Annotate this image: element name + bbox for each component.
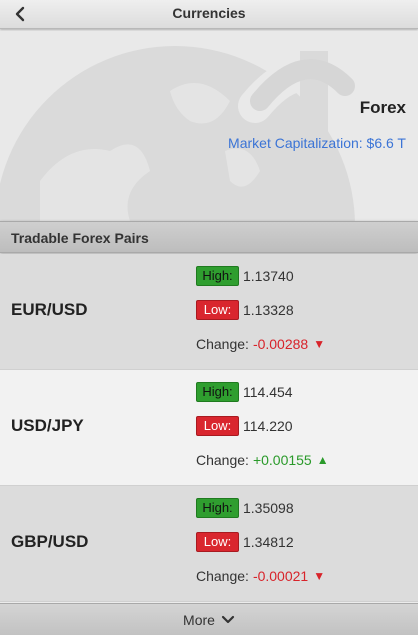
high-line: High: 1.35098 — [196, 498, 294, 518]
high-line: High: 114.454 — [196, 382, 293, 402]
change-line: Change: -0.00288 ▼ — [196, 334, 325, 354]
pair-row-eurusd[interactable]: EUR/USD High: 1.13740 Low: 1.13328 Chang… — [0, 254, 418, 370]
high-badge: High: — [196, 266, 239, 286]
pair-name: GBP/USD — [11, 532, 89, 551]
low-line: Low: 1.34812 — [196, 532, 294, 552]
section-title: Tradable Forex Pairs — [11, 230, 149, 246]
page-title: Currencies — [172, 5, 246, 21]
section-header: Tradable Forex Pairs — [0, 221, 418, 253]
change-value: +0.00155 — [252, 452, 312, 468]
change-line: Change: -0.00021 ▼ — [196, 566, 325, 586]
high-line: High: 1.13740 — [196, 266, 294, 286]
low-badge: Low: — [196, 532, 239, 552]
low-badge: Low: — [196, 300, 239, 320]
high-badge: High: — [196, 382, 239, 402]
pair-name: USD/JPY — [11, 416, 84, 435]
market-capitalization: Market Capitalization: $6.6 T — [228, 135, 406, 151]
pairs-list: EUR/USD High: 1.13740 Low: 1.13328 Chang… — [0, 254, 418, 602]
pair-row-gbpusd[interactable]: GBP/USD High: 1.35098 Low: 1.34812 Chang… — [0, 486, 418, 602]
globe-dollar-icon — [0, 46, 357, 221]
pair-row-usdjpy[interactable]: USD/JPY High: 114.454 Low: 114.220 Chang… — [0, 370, 418, 486]
hero-banner: Forex Market Capitalization: $6.6 T — [0, 31, 418, 221]
change-label: Change: — [196, 336, 249, 352]
low-value: 1.13328 — [243, 302, 294, 318]
market-title: Forex — [359, 98, 406, 117]
low-value: 1.34812 — [243, 534, 294, 550]
low-value: 114.220 — [243, 418, 293, 434]
change-value: -0.00288 — [252, 336, 309, 352]
low-line: Low: 114.220 — [196, 416, 293, 436]
down-arrow-icon: ▼ — [313, 337, 326, 351]
more-label: More — [183, 611, 215, 628]
top-bar: Currencies — [0, 0, 418, 29]
change-value: -0.00021 — [252, 568, 309, 584]
high-badge: High: — [196, 498, 239, 518]
chevron-down-icon — [221, 615, 235, 623]
high-value: 1.13740 — [243, 268, 294, 284]
high-value: 1.35098 — [243, 500, 294, 516]
change-label: Change: — [196, 568, 249, 584]
low-badge: Low: — [196, 416, 239, 436]
change-label: Change: — [196, 452, 249, 468]
more-button[interactable]: More — [0, 603, 418, 635]
pair-name: EUR/USD — [11, 300, 88, 319]
down-arrow-icon: ▼ — [313, 569, 326, 583]
up-arrow-icon: ▲ — [316, 453, 329, 467]
low-line: Low: 1.13328 — [196, 300, 294, 320]
change-line: Change: +0.00155 ▲ — [196, 450, 329, 470]
high-value: 114.454 — [243, 384, 293, 400]
